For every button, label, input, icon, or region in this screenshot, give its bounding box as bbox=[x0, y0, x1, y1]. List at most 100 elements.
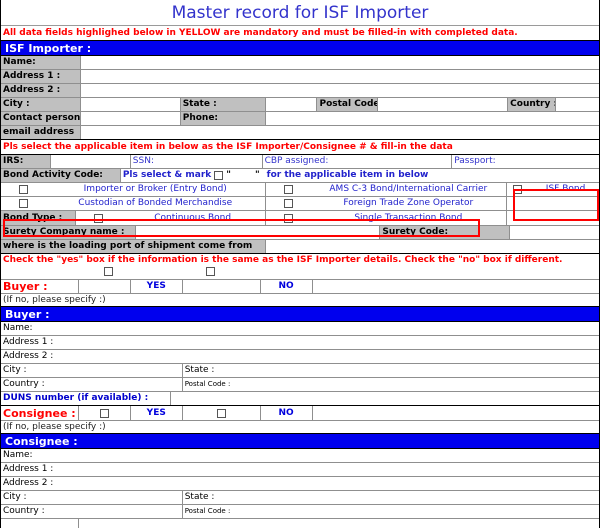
irs-input[interactable] bbox=[50, 155, 131, 168]
isf-contact-input[interactable] bbox=[80, 112, 181, 125]
buyer-country-row: Country : Postal Code : bbox=[1, 378, 599, 392]
bond-type-single-checkbox-cell[interactable] bbox=[266, 211, 311, 225]
bond-option-ams-checkbox[interactable] bbox=[283, 185, 293, 194]
consignee-state-input[interactable] bbox=[243, 491, 599, 504]
buyer-postal-input[interactable] bbox=[243, 378, 599, 391]
bond-option-ams-checkbox-cell[interactable] bbox=[266, 183, 311, 196]
consignee-address1-row: Address 1 : bbox=[1, 463, 599, 477]
consignee-yes-checkbox-cell[interactable] bbox=[78, 406, 131, 420]
isf-phone-input[interactable] bbox=[265, 112, 599, 125]
bond-activity-code-row: Bond Activity Code: Pls select & mark " … bbox=[1, 169, 599, 183]
cbp-assigned-label: CBP assigned: bbox=[264, 156, 329, 166]
bond-type-row: Bond Type : Continuous Bond Single Trans… bbox=[1, 211, 599, 226]
consignee-no-checkbox-cell[interactable] bbox=[182, 406, 261, 420]
isf-postal-input[interactable] bbox=[378, 98, 509, 111]
bond-activity-code-label: Bond Activity Code: bbox=[1, 169, 121, 182]
isf-name-input[interactable] bbox=[80, 56, 599, 69]
bond-activity-instruction-after: for the applicable item in below bbox=[266, 170, 429, 180]
consignee-no-checkbox[interactable] bbox=[216, 408, 226, 418]
isf-importer-name-row: Name: bbox=[1, 56, 599, 70]
isf-state-input[interactable] bbox=[265, 98, 318, 111]
quote-open: " bbox=[226, 170, 231, 180]
bond-option-isf-checkbox-cell[interactable] bbox=[507, 183, 532, 196]
loading-port-label: where is the loading port of shipment co… bbox=[1, 240, 266, 253]
surety-code-label: Surety Code: bbox=[380, 226, 511, 239]
bond-activity-instruction-before: Pls select & mark bbox=[122, 170, 212, 180]
isf-address1-input[interactable] bbox=[80, 70, 599, 83]
bond-option-importer-checkbox-cell[interactable] bbox=[1, 183, 46, 196]
consignee-yes-label: YES bbox=[146, 407, 166, 418]
isf-postal-label: Postal Code bbox=[317, 98, 379, 111]
isf-email-label: email address bbox=[1, 126, 81, 139]
bond-option-ftz-checkbox-cell[interactable] bbox=[266, 197, 311, 210]
consignee-name-input[interactable] bbox=[171, 449, 599, 462]
buyer-address1-input[interactable] bbox=[171, 336, 599, 349]
bond-option-ams-label: AMS C-3 Bond/International Carrier bbox=[329, 184, 488, 194]
bond-option-custodian-label: Custodian of Bonded Merchandise bbox=[78, 198, 233, 208]
bond-type-single-checkbox[interactable] bbox=[283, 213, 293, 223]
consignee-address1-input[interactable] bbox=[171, 463, 599, 476]
buyer-country-label: Country : bbox=[1, 378, 183, 391]
bond-option-importer-checkbox[interactable] bbox=[18, 185, 28, 194]
consignee-address2-input[interactable] bbox=[171, 477, 599, 490]
isf-email-input[interactable] bbox=[80, 126, 599, 139]
bond-type-continuous-checkbox[interactable] bbox=[93, 213, 103, 223]
isf-phone-label: Phone: bbox=[180, 112, 266, 125]
bond-option-custodian-checkbox-cell[interactable] bbox=[1, 197, 46, 210]
consignee-address2-row: Address 2 : bbox=[1, 477, 599, 491]
buyer-state-input[interactable] bbox=[243, 364, 599, 377]
buyer-address2-input[interactable] bbox=[171, 350, 599, 363]
consignee-yes-checkbox[interactable] bbox=[99, 408, 109, 418]
ssn-input[interactable] bbox=[180, 155, 263, 168]
buyer-duns-label: DUNS number (if available) : bbox=[1, 392, 171, 405]
cbp-assigned-input[interactable] bbox=[340, 155, 453, 168]
surety-company-label: Surety Company name : bbox=[1, 226, 136, 239]
buyer-address1-row: Address 1 : bbox=[1, 336, 599, 350]
buyer-no-checkbox[interactable] bbox=[206, 267, 215, 276]
bond-option-importer-label-cell: Importer or Broker (Entry Bond) bbox=[45, 183, 266, 196]
passport-input[interactable] bbox=[502, 155, 599, 168]
buyer-if-no-input[interactable] bbox=[131, 294, 599, 306]
loading-port-input[interactable] bbox=[265, 240, 599, 253]
buyer-check-trailing-cell bbox=[313, 280, 599, 293]
bond-option-isf-checkbox[interactable] bbox=[513, 185, 523, 194]
consignee-no-label: NO bbox=[278, 407, 294, 418]
bond-option-ftz-label-cell: Foreign Trade Zone Operator bbox=[310, 197, 508, 210]
consignee-if-no-input[interactable] bbox=[131, 421, 599, 433]
bond-option-isf-label: ISF Bond bbox=[545, 184, 586, 194]
passport-label: Passport: bbox=[454, 156, 496, 166]
buyer-yes-checkbox[interactable] bbox=[104, 267, 113, 276]
same-as-importer-notice-block: Check the "yes" box if the information i… bbox=[1, 254, 599, 280]
consignee-postal-input[interactable] bbox=[243, 505, 599, 518]
bond-option-custodian-checkbox[interactable] bbox=[18, 199, 28, 208]
bond-type-continuous-checkbox-cell[interactable] bbox=[76, 211, 121, 225]
bond-option-ftz-checkbox[interactable] bbox=[283, 199, 293, 208]
isf-country-input[interactable] bbox=[556, 98, 599, 111]
bond-option-ams-label-cell: AMS C-3 Bond/International Carrier bbox=[310, 183, 508, 196]
buyer-name-input[interactable] bbox=[171, 322, 599, 335]
isf-city-input[interactable] bbox=[80, 98, 181, 111]
consignee-trailing-cell-1 bbox=[1, 519, 79, 528]
consignee-yes-label-cell: YES bbox=[130, 406, 183, 420]
surety-company-input[interactable] bbox=[135, 226, 381, 239]
bond-activity-sample-checkbox[interactable] bbox=[214, 171, 224, 180]
section-header-buyer: Buyer : bbox=[1, 307, 599, 322]
buyer-yes-checkbox-cell[interactable] bbox=[78, 280, 131, 293]
buyer-yes-label: YES bbox=[146, 281, 166, 291]
consignee-check-label: Consignee : bbox=[1, 406, 79, 420]
consignee-city-row: City : State : bbox=[1, 491, 599, 505]
isf-importer-address1-row: Address 1 : bbox=[1, 70, 599, 84]
buyer-duns-input[interactable] bbox=[171, 392, 599, 405]
buyer-no-checkbox-cell[interactable] bbox=[182, 280, 261, 293]
isf-address2-input[interactable] bbox=[80, 84, 599, 97]
buyer-if-no-label: (If no, please specify :) bbox=[3, 294, 106, 305]
buyer-yes-label-cell: YES bbox=[130, 280, 183, 293]
isf-city-label: City : bbox=[1, 98, 81, 111]
bond-option-importer-label: Importer or Broker (Entry Bond) bbox=[83, 184, 227, 194]
surety-row: Surety Company name : Surety Code: bbox=[1, 226, 599, 240]
consignee-country-label: Country : bbox=[1, 505, 183, 518]
consignee-country-row: Country : Postal Code : bbox=[1, 505, 599, 519]
buyer-name-label: Name: bbox=[3, 323, 33, 333]
same-as-importer-notice: Check the "yes" box if the information i… bbox=[3, 255, 563, 265]
surety-code-input[interactable] bbox=[510, 226, 599, 239]
